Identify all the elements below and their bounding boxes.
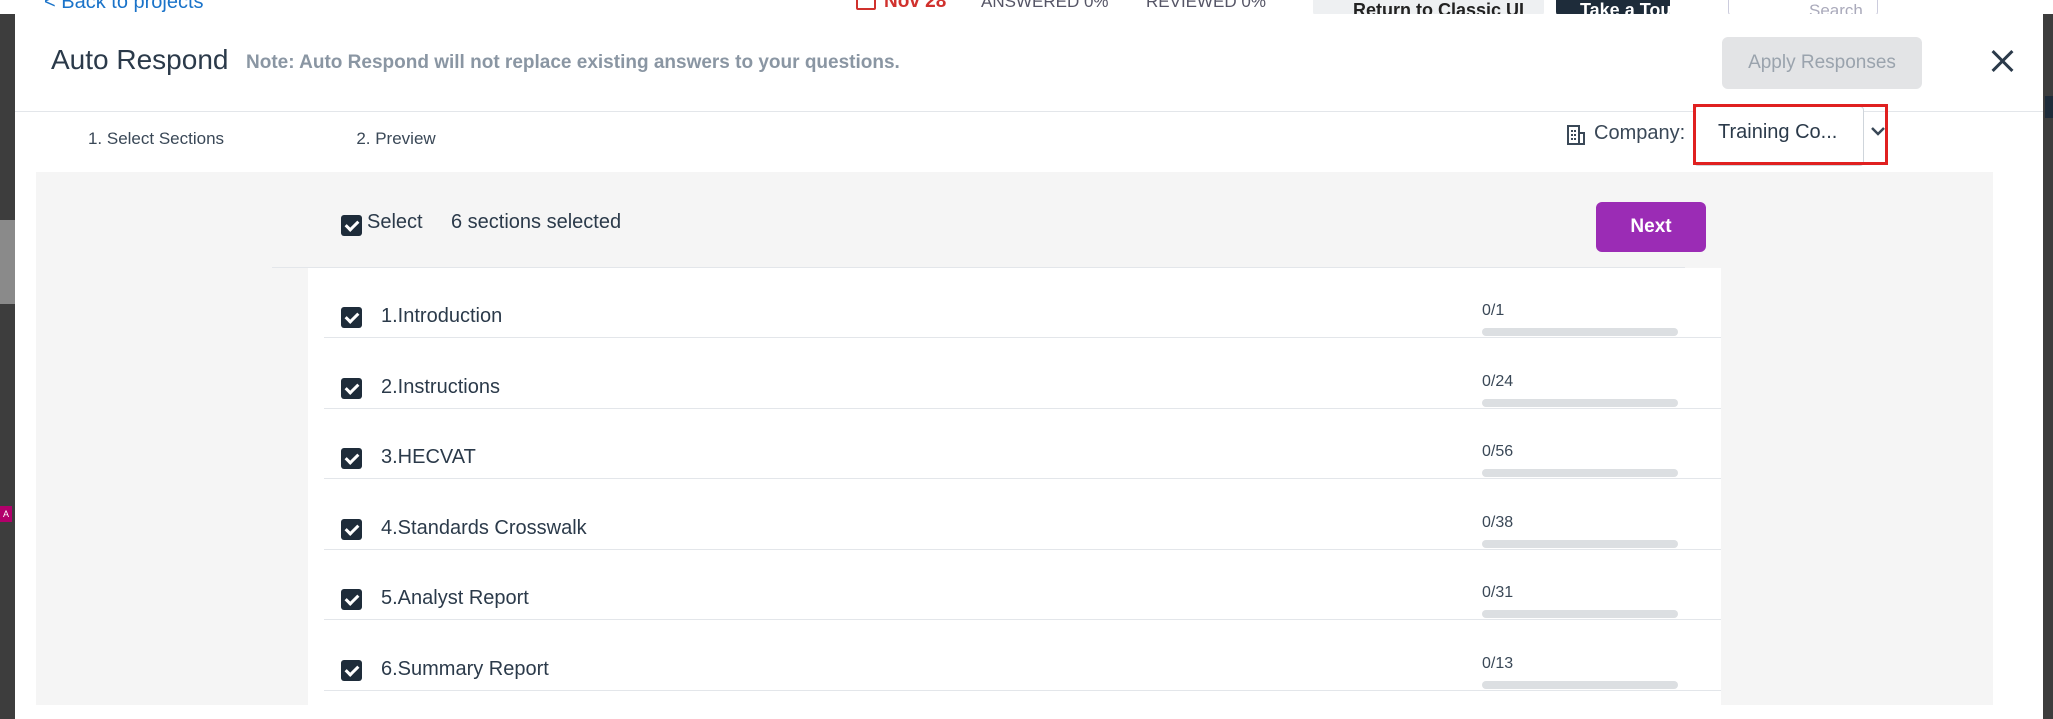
section-label: 3.HECVAT: [381, 446, 476, 468]
section-count: 0/24: [1482, 372, 1514, 390]
building-icon: [1567, 125, 1585, 145]
close-icon[interactable]: [1988, 47, 2018, 77]
section-progress-bar: [1482, 680, 1678, 689]
section-label: 1.Introduction: [381, 305, 503, 327]
company-select-value: Training Co...: [1718, 121, 1838, 143]
section-checkbox[interactable]: [341, 307, 362, 328]
select-all-checkbox[interactable]: [341, 215, 362, 236]
selected-count: 6 sections selected: [451, 211, 622, 233]
section-row: 3.HECVAT 0/56: [324, 409, 1721, 479]
section-row: 2.Instructions 0/24: [324, 339, 1721, 409]
section-label: 6.Summary Report: [381, 657, 549, 680]
section-count: 0/31: [1482, 584, 1514, 601]
section-row: 5.Analyst Report 0/31: [324, 550, 1721, 620]
next-button[interactable]: Next: [1596, 202, 1706, 252]
select-all-label: Select: [367, 211, 423, 233]
section-progress-bar: [1482, 539, 1678, 548]
section-row: 6.Summary Report 0/13: [324, 621, 1721, 691]
section-progress-bar: [1482, 469, 1678, 477]
modal-note: Note: Auto Respond will not replace exis…: [246, 52, 900, 73]
apply-responses-button[interactable]: Apply Responses: [1722, 37, 1922, 89]
section-checkbox[interactable]: [341, 518, 362, 540]
background-right-strip: [2045, 96, 2053, 118]
back-to-projects-link[interactable]: < Back to projects: [44, 0, 204, 14]
section-label: 2.Instructions: [381, 375, 500, 398]
section-row: 1.Introduction 0/1: [324, 268, 1721, 338]
background-left-panel: [0, 220, 16, 304]
section-count: 0/38: [1482, 513, 1514, 531]
chevron-down-icon[interactable]: [1869, 124, 1887, 138]
section-checkbox[interactable]: [341, 377, 362, 399]
background-left-edge: [0, 14, 16, 719]
section-count: 0/13: [1482, 654, 1514, 672]
company-label: Company:: [1594, 122, 1686, 144]
section-row: 4.Standards Crosswalk 0/38: [324, 480, 1721, 550]
answered-stat: ANSWERED 0%: [981, 0, 1109, 11]
section-count: 0/56: [1482, 443, 1514, 460]
section-count: 0/1: [1482, 302, 1505, 319]
section-progress-bar: [1482, 398, 1678, 407]
calendar-icon: [856, 0, 876, 10]
section-checkbox[interactable]: [341, 659, 362, 681]
modal-title: Auto Respond: [51, 44, 229, 75]
reviewed-stat: REVIEWED 0%: [1146, 0, 1266, 11]
section-progress-bar: [1482, 328, 1678, 336]
side-badge: A: [0, 506, 12, 522]
section-progress-bar: [1482, 610, 1678, 618]
section-checkbox[interactable]: [341, 589, 362, 610]
section-checkbox[interactable]: [341, 448, 362, 469]
due-date: Nov 28: [884, 0, 947, 12]
section-label: 5.Analyst Report: [381, 587, 529, 609]
section-label: 4.Standards Crosswalk: [381, 516, 587, 539]
